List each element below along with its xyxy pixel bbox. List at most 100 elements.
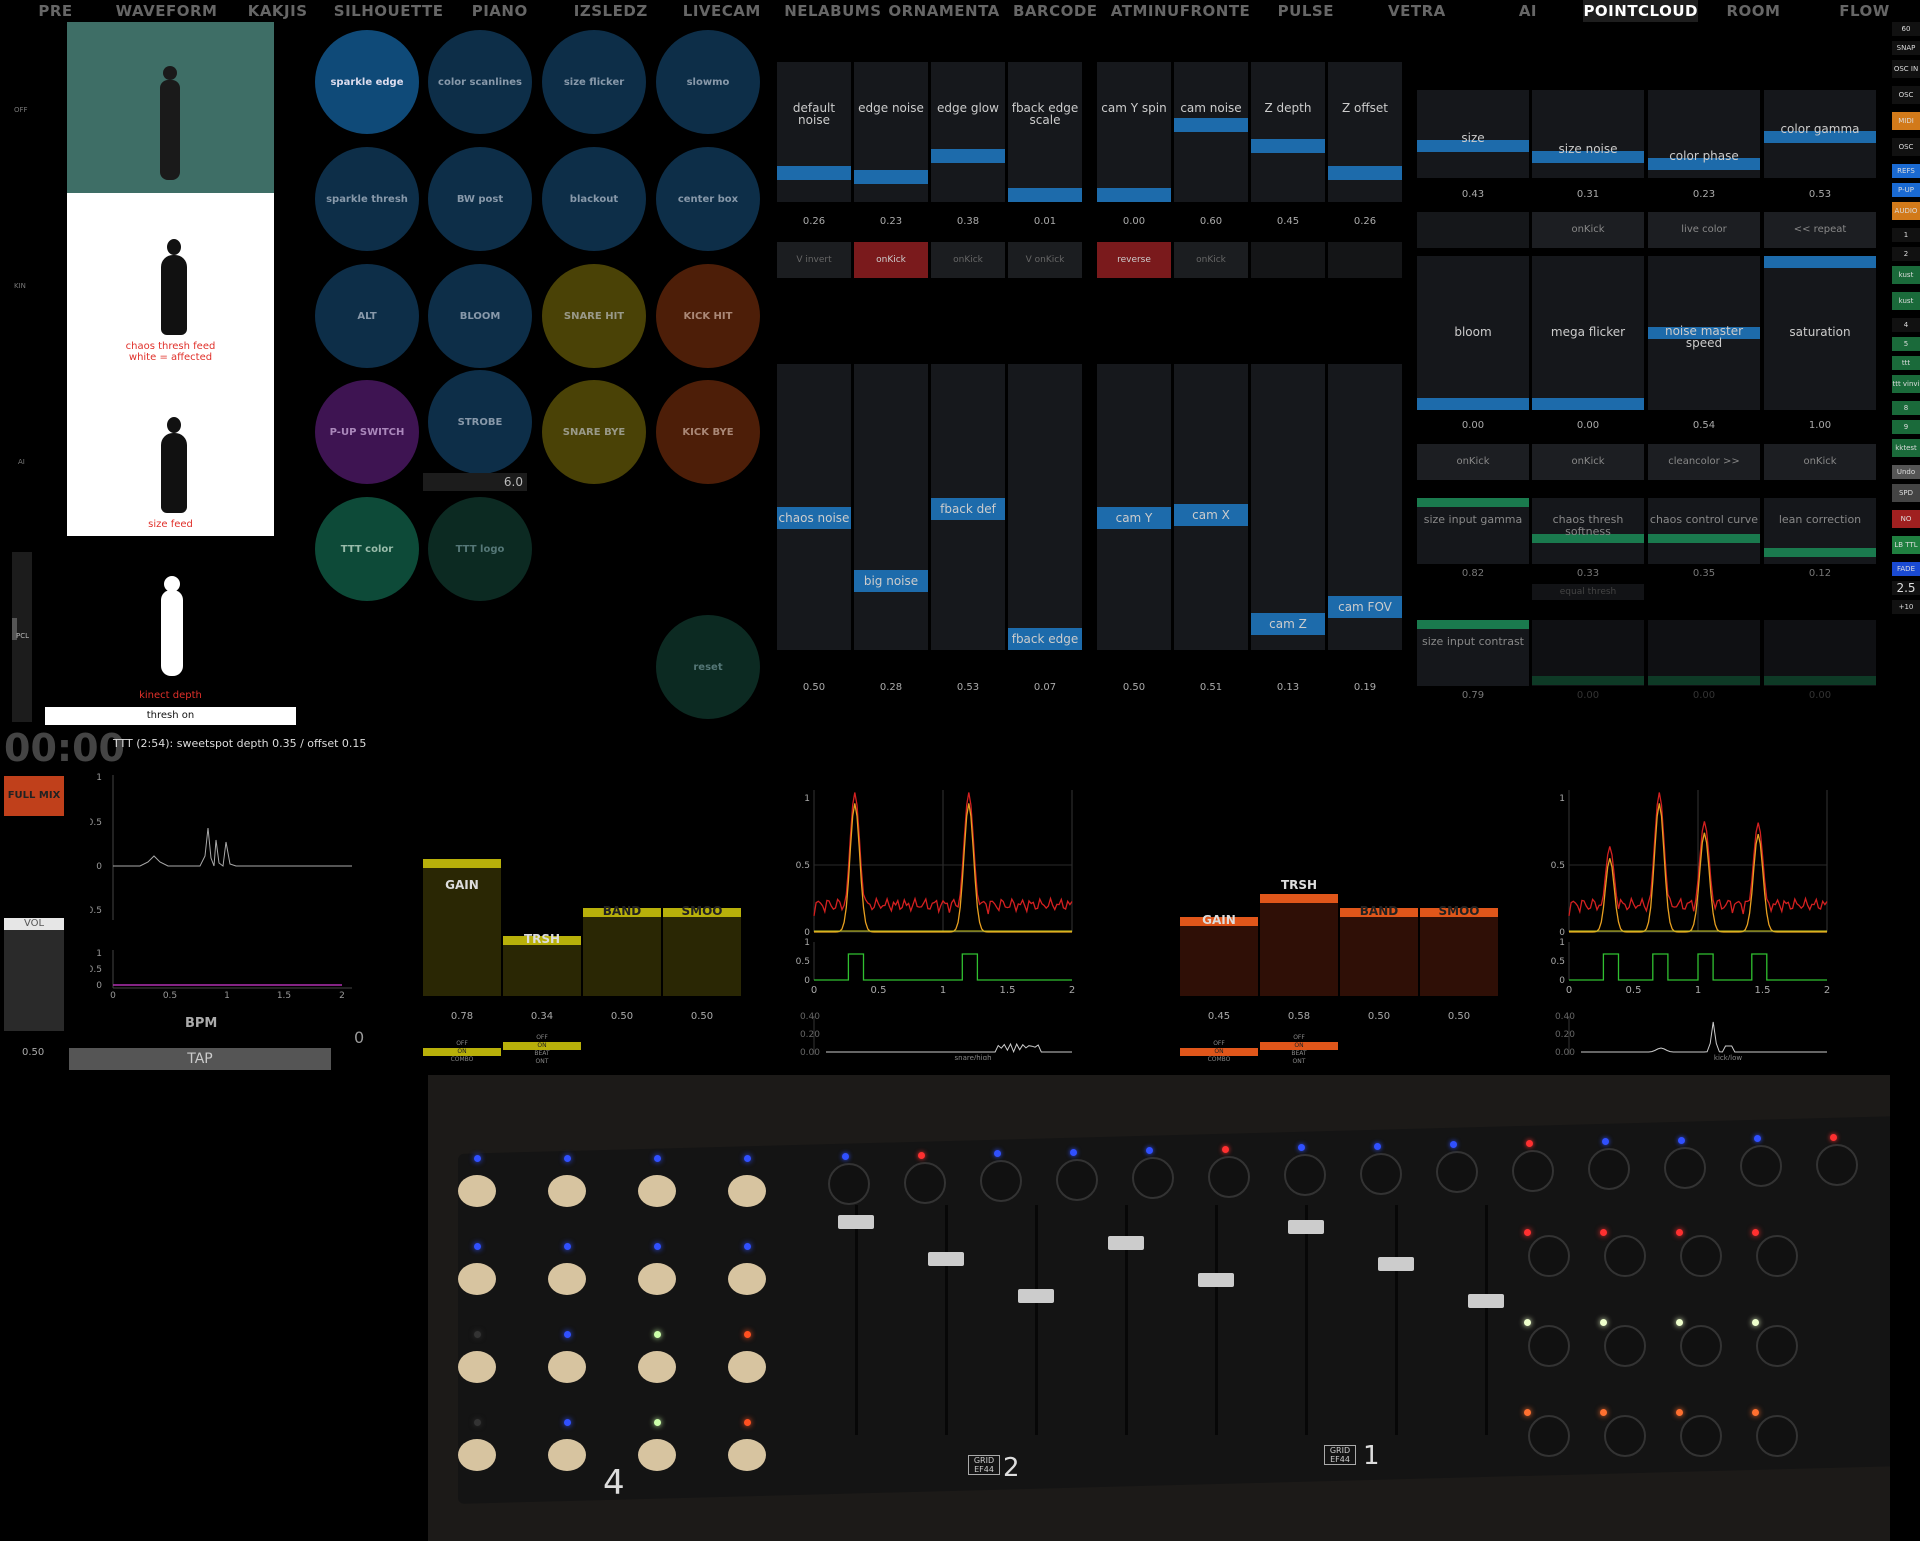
- tab-pre[interactable]: PRE: [0, 0, 111, 22]
- alt-button[interactable]: ALT: [315, 264, 419, 368]
- kick-hit-button[interactable]: KICK HIT: [656, 264, 760, 368]
- tab-vetra[interactable]: VETRA: [1361, 0, 1472, 22]
- tab-piano[interactable]: PIANO: [444, 0, 555, 22]
- toggle-v-invert[interactable]: V invert: [777, 242, 851, 278]
- param-toggle-repeat[interactable]: << repeat: [1764, 212, 1876, 248]
- side-item-osc-raw[interactable]: OSC RAW: [1892, 86, 1920, 104]
- snare-beat-toggle[interactable]: OFF ON BEAT ONT: [503, 1034, 581, 1066]
- slider-fback-edge-scale[interactable]: fback edge scale: [1008, 62, 1082, 202]
- kick-toggle-on[interactable]: ON: [1180, 1048, 1258, 1056]
- slider-z-depth[interactable]: Z depth: [1251, 62, 1325, 202]
- param-chaos-control-curve[interactable]: chaos control curve: [1648, 498, 1760, 564]
- volume-slider[interactable]: VOL: [4, 918, 64, 1031]
- param-toggle-live-color[interactable]: live color: [1648, 212, 1760, 248]
- slider-big-noise[interactable]: big noise: [854, 364, 928, 650]
- side-item-kust-swee[interactable]: kust swee: [1892, 292, 1920, 310]
- kick-toggle-beat[interactable]: BEAT: [1260, 1050, 1338, 1058]
- tab-silhouette[interactable]: SILHOUETTE: [333, 0, 444, 22]
- toggle-reverse[interactable]: reverse: [1097, 242, 1171, 278]
- mode-label-ai[interactable]: AI: [18, 458, 25, 466]
- snare-smoo-slider[interactable]: SMOO: [663, 820, 741, 996]
- tab-ornamenta[interactable]: ORNAMENTA: [888, 0, 999, 22]
- tab-pulse[interactable]: PULSE: [1250, 0, 1361, 22]
- ttt-logo-button[interactable]: TTT logo: [428, 497, 532, 601]
- param-lean-correction[interactable]: lean correction: [1764, 498, 1876, 564]
- mode-label-kin[interactable]: KIN: [14, 282, 26, 290]
- tab-livecam[interactable]: LIVECAM: [666, 0, 777, 22]
- snare-toggle-off[interactable]: OFF: [423, 1040, 501, 1048]
- toggle-v-onkick[interactable]: V onKick: [1008, 242, 1082, 278]
- side-item-kust-early[interactable]: kust early: [1892, 266, 1920, 284]
- full-mix-button[interactable]: FULL MIX: [4, 776, 64, 816]
- param-noise-master-speed[interactable]: noise master speed: [1648, 256, 1760, 410]
- kick-bye-button[interactable]: KICK BYE: [656, 380, 760, 484]
- blackout-button[interactable]: blackout: [542, 147, 646, 251]
- slider-cam-z[interactable]: cam Z: [1251, 364, 1325, 650]
- side-item-4[interactable]: 4: [1892, 318, 1920, 332]
- tap-button[interactable]: TAP: [69, 1048, 331, 1070]
- kick-toggle-on[interactable]: ON: [1260, 1042, 1338, 1050]
- side-item-kktest[interactable]: kktest: [1892, 439, 1920, 457]
- param-size[interactable]: size: [1417, 90, 1529, 178]
- kick-trsh-slider[interactable]: TRSH: [1260, 820, 1338, 996]
- snare-mode-toggle[interactable]: OFF ON COMBO: [423, 1040, 501, 1064]
- snare-band-slider[interactable]: BAND: [583, 820, 661, 996]
- tab-pointcloud[interactable]: POINTCLOUD: [1583, 0, 1698, 22]
- param-color-gamma[interactable]: color gamma: [1764, 90, 1876, 178]
- snare-toggle-combo[interactable]: COMBO: [423, 1056, 501, 1064]
- tab-nelabums[interactable]: NELABUMS: [777, 0, 888, 22]
- param-size-input-gamma[interactable]: size input gamma: [1417, 498, 1529, 564]
- strobe-value-field[interactable]: 6.0: [423, 473, 527, 491]
- side-item-refs[interactable]: REFS: [1892, 164, 1920, 178]
- tab-atminufronte[interactable]: ATMINUFRONTE: [1111, 0, 1251, 22]
- kick-mode-toggle[interactable]: OFF ON COMBO: [1180, 1040, 1258, 1064]
- mode-label-off[interactable]: OFF: [14, 106, 28, 114]
- slider-default-noise[interactable]: default noise: [777, 62, 851, 202]
- slider-edge-noise[interactable]: edge noise: [854, 62, 928, 202]
- slider-fback-edge[interactable]: fback edge: [1008, 364, 1082, 650]
- slider-cam-fov[interactable]: cam FOV: [1328, 364, 1402, 650]
- tab-ai[interactable]: AI: [1472, 0, 1583, 22]
- reset-button[interactable]: reset: [656, 615, 760, 719]
- snare-toggle-ont[interactable]: ONT: [503, 1058, 581, 1066]
- param-bloom[interactable]: bloom: [1417, 256, 1529, 410]
- param-saturation[interactable]: saturation: [1764, 256, 1876, 410]
- tab-barcode[interactable]: BARCODE: [1000, 0, 1111, 22]
- toggle-onkick[interactable]: onKick: [931, 242, 1005, 278]
- tab-izsledz[interactable]: IZSLEDZ: [555, 0, 666, 22]
- thresh-on-button[interactable]: thresh on: [45, 707, 296, 725]
- tab-room[interactable]: ROOM: [1698, 0, 1809, 22]
- slider-cam-y[interactable]: cam Y: [1097, 364, 1171, 650]
- param-toggle-onkick[interactable]: onKick: [1532, 444, 1644, 480]
- side-item-osc-out[interactable]: OSC OUT: [1892, 138, 1920, 156]
- param-toggle-onkick[interactable]: onKick: [1764, 444, 1876, 480]
- snare-gain-slider[interactable]: GAIN: [423, 820, 501, 996]
- color-scanlines-button[interactable]: color scanlines: [428, 30, 532, 134]
- snare-toggle-beat[interactable]: BEAT: [503, 1050, 581, 1058]
- kick-band-slider[interactable]: BAND: [1340, 820, 1418, 996]
- side-item-fade[interactable]: FADE: [1892, 562, 1920, 576]
- param-empty-3[interactable]: [1764, 620, 1876, 686]
- sparkle-thresh-button[interactable]: sparkle thresh: [315, 147, 419, 251]
- kick-beat-toggle[interactable]: OFF ON BEAT ONT: [1260, 1034, 1338, 1066]
- kick-toggle-off[interactable]: OFF: [1260, 1034, 1338, 1042]
- center-box-button[interactable]: center box: [656, 147, 760, 251]
- slider-cam-y-spin[interactable]: cam Y spin: [1097, 62, 1171, 202]
- param-color-phase[interactable]: color phase: [1648, 90, 1760, 178]
- slider-z-offset[interactable]: Z offset: [1328, 62, 1402, 202]
- param-empty-2[interactable]: [1648, 620, 1760, 686]
- slider-fback-def[interactable]: fback def: [931, 364, 1005, 650]
- kick-toggle-combo[interactable]: COMBO: [1180, 1056, 1258, 1064]
- param-toggle-empty[interactable]: [1417, 212, 1529, 248]
- slider-edge-glow[interactable]: edge glow: [931, 62, 1005, 202]
- sparkle-edge-button[interactable]: sparkle edge: [315, 30, 419, 134]
- toggle-empty[interactable]: [1251, 242, 1325, 278]
- side-item-no-core[interactable]: NO CORE: [1892, 510, 1920, 528]
- side-item-1[interactable]: 1: [1892, 228, 1920, 242]
- side-item-ttt-vinvi[interactable]: ttt vinvi: [1892, 375, 1920, 393]
- param-toggle-cleancolor[interactable]: cleancolor >>: [1648, 444, 1760, 480]
- snare-trsh-slider[interactable]: TRSH: [503, 820, 581, 996]
- side-item-midi-out[interactable]: MIDI OUT: [1892, 112, 1920, 130]
- side-item-p-up[interactable]: P-UP: [1892, 183, 1920, 197]
- side-item-osc-in[interactable]: OSC IN: [1892, 60, 1920, 78]
